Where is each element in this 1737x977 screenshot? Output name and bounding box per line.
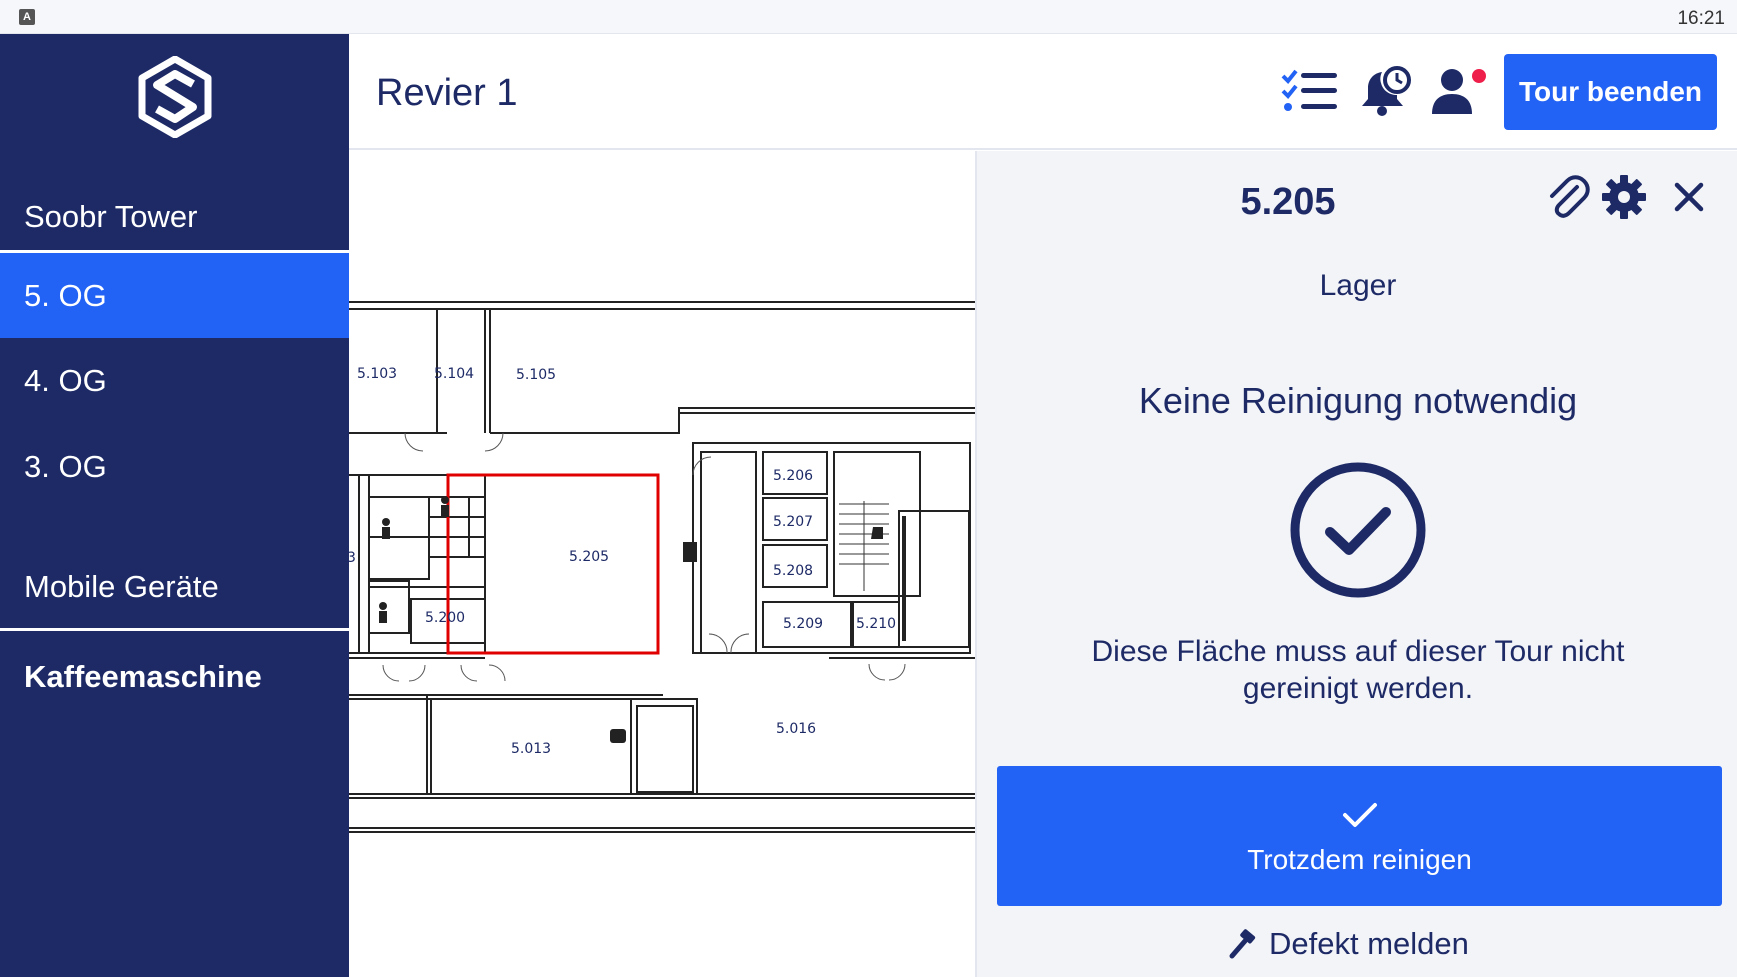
clean-anyway-button[interactable]: Trotzdem reinigen (997, 766, 1722, 906)
paperclip-icon[interactable] (1543, 173, 1591, 221)
hammer-icon (1229, 929, 1256, 959)
sidebar: Soobr Tower 5. OG 4. OG 3. OG Mobile Ger… (0, 34, 349, 977)
sidebar-building[interactable]: Soobr Tower (0, 184, 349, 250)
room-label: 3 (349, 550, 356, 566)
room-type: Lager (1319, 269, 1397, 302)
checkmark-icon (1343, 803, 1377, 827)
floor-plan-map[interactable]: 5.103 5.104 5.105 5.205 5.206 5.207 5.20… (349, 151, 975, 977)
room-label: 5.205 (569, 549, 609, 565)
room-label: 5.103 (357, 366, 397, 382)
sidebar-devices-heading: Mobile Geräte (24, 569, 219, 604)
page-title: Revier 1 (376, 72, 518, 114)
gear-icon[interactable] (1600, 173, 1648, 221)
room-label: 5.105 (516, 367, 556, 383)
room-label: 5.013 (511, 741, 551, 757)
system-statusbar: A 16:21 (0, 0, 1737, 34)
soobr-logo-icon (138, 56, 212, 138)
room-label: 5.210 (856, 616, 896, 632)
report-defect-link[interactable]: Defekt melden (1227, 921, 1469, 967)
notification-dot (1472, 69, 1486, 83)
room-label: 5.206 (773, 468, 813, 484)
floor-plan-svg: 5.103 5.104 5.105 5.205 5.206 5.207 5.20… (349, 301, 975, 833)
sidebar-floor-3og[interactable]: 3. OG (0, 424, 349, 510)
sidebar-device-kaffeemaschine[interactable]: Kaffeemaschine (0, 634, 349, 720)
selected-room-outline[interactable] (446, 473, 660, 655)
status-clock: 16:21 (1677, 8, 1725, 29)
checklist-icon[interactable] (1279, 64, 1341, 120)
room-label: 5.208 (773, 563, 813, 579)
sidebar-floor-4og[interactable]: 4. OG (0, 338, 349, 424)
sidebar-divider (0, 628, 349, 631)
check-circle-icon (1290, 462, 1426, 598)
cleaning-status-title: Keine Reinigung notwendig (1138, 380, 1578, 421)
report-defect-label: Defekt melden (1269, 926, 1469, 961)
sidebar-floor-5og[interactable]: 5. OG (0, 253, 349, 338)
close-icon[interactable] (1665, 173, 1713, 221)
top-header: Revier 1 Tour beenden (349, 34, 1737, 150)
room-label: 5.200 (425, 610, 465, 626)
room-label: 5.207 (773, 514, 813, 530)
room-label: 5.104 (434, 366, 474, 382)
app-badge-icon: A (19, 9, 35, 25)
clean-anyway-label: Trotzdem reinigen (1247, 844, 1472, 875)
room-number: 5.205 (1240, 181, 1336, 223)
room-label: 5.209 (783, 616, 823, 632)
room-detail-panel: 5.205 Lager Keine Reinigung notwendig Di… (975, 151, 1737, 977)
end-tour-button[interactable]: Tour beenden (1504, 54, 1717, 130)
stairs (839, 501, 889, 591)
user-notification-icon[interactable] (1429, 64, 1491, 120)
bell-clock-icon[interactable] (1354, 64, 1416, 120)
room-label: 5.016 (776, 721, 816, 737)
cleaning-status-description: Diese Fläche muss auf dieser Tour nicht … (1091, 635, 1625, 705)
